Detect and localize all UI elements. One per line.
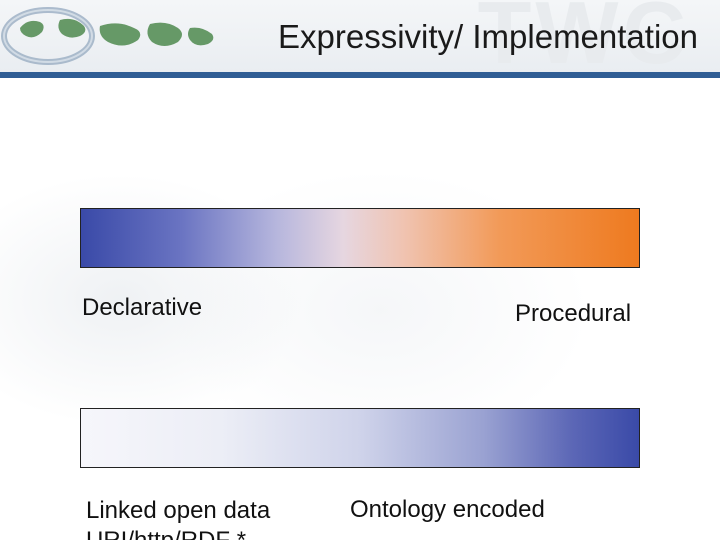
world-map-icon — [0, 6, 220, 66]
label-procedural: Procedural — [515, 300, 631, 328]
label-declarative: Declarative — [82, 294, 202, 322]
slide: TWC Expressivity/ Implementation Declara… — [0, 0, 720, 540]
slide-header: TWC Expressivity/ Implementation — [0, 0, 720, 78]
label-ontology-encoded: Ontology encoded — [350, 496, 545, 524]
gradient-bar-declarative-procedural — [80, 208, 640, 268]
gradient-bar-linked-ontology — [80, 408, 640, 468]
slide-title: Expressivity/ Implementation — [278, 18, 698, 56]
label-linked-open-data: Linked open dataURI/http/RDF * — [86, 496, 270, 540]
